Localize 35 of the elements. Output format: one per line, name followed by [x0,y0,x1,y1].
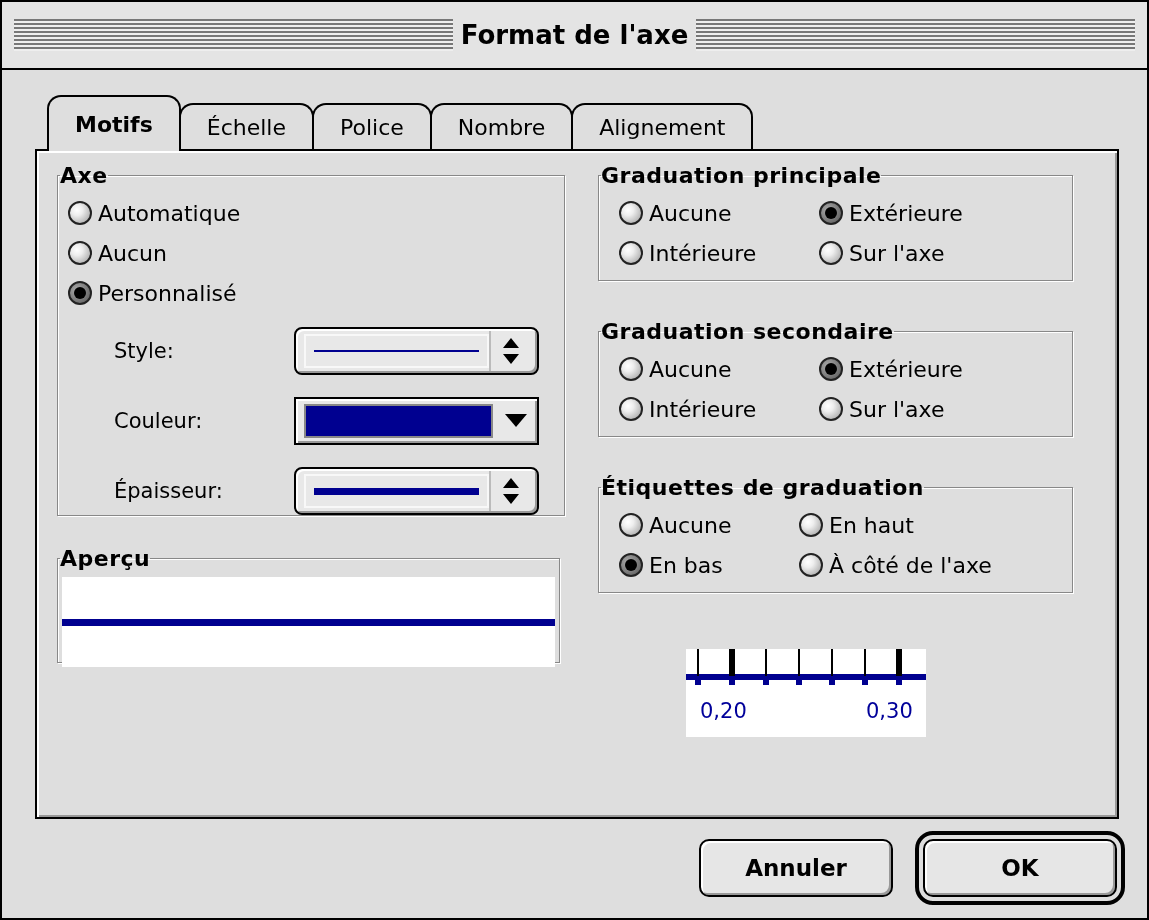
group-title: Aperçu [60,546,151,571]
radio-option[interactable]: Sur l'axe [819,392,945,426]
stepper-arrows-icon [501,336,521,366]
group-title: Axe [60,163,108,188]
tick-label: 0,30 [866,699,913,723]
radio-option[interactable]: Personnalisé [68,276,237,310]
stepper-arrows-icon [501,476,521,506]
radio-option[interactable]: Automatique [68,196,241,230]
radio-option[interactable]: Sur l'axe [819,236,945,270]
radio-option[interactable]: Aucun [68,236,167,270]
radio-option[interactable]: Intérieure [619,236,757,270]
line-style-popup[interactable] [294,327,539,375]
caret-icon [505,414,527,428]
group-title: Graduation principale [601,163,882,188]
group-title: Étiquettes de graduation [601,475,924,500]
tab[interactable]: Alignement [571,103,754,149]
field-label: Épaisseur: [114,479,224,503]
radio-option[interactable]: En bas [619,548,723,582]
field-label: Style: [114,339,175,363]
window-title: Format de l'axe [460,20,689,50]
line-weight-popup[interactable] [294,467,539,515]
tab[interactable]: Motifs [47,95,181,151]
radio-option[interactable]: Aucune [619,196,732,230]
radio-option[interactable]: Aucune [619,352,732,386]
radio-option[interactable]: En haut [799,508,914,542]
radio-option[interactable]: Intérieure [619,392,757,426]
radio-option[interactable]: Extérieure [819,196,963,230]
radio-option[interactable]: Extérieure [819,352,963,386]
group-title: Graduation secondaire [601,319,894,344]
field-label: Couleur: [114,409,204,433]
color-popup[interactable] [294,397,539,445]
dialog-button[interactable]: Annuler [699,839,893,897]
tick-label: 0,20 [700,699,747,723]
radio-option[interactable]: À côté de l'axe [799,548,992,582]
radio-option[interactable]: Aucune [619,508,732,542]
